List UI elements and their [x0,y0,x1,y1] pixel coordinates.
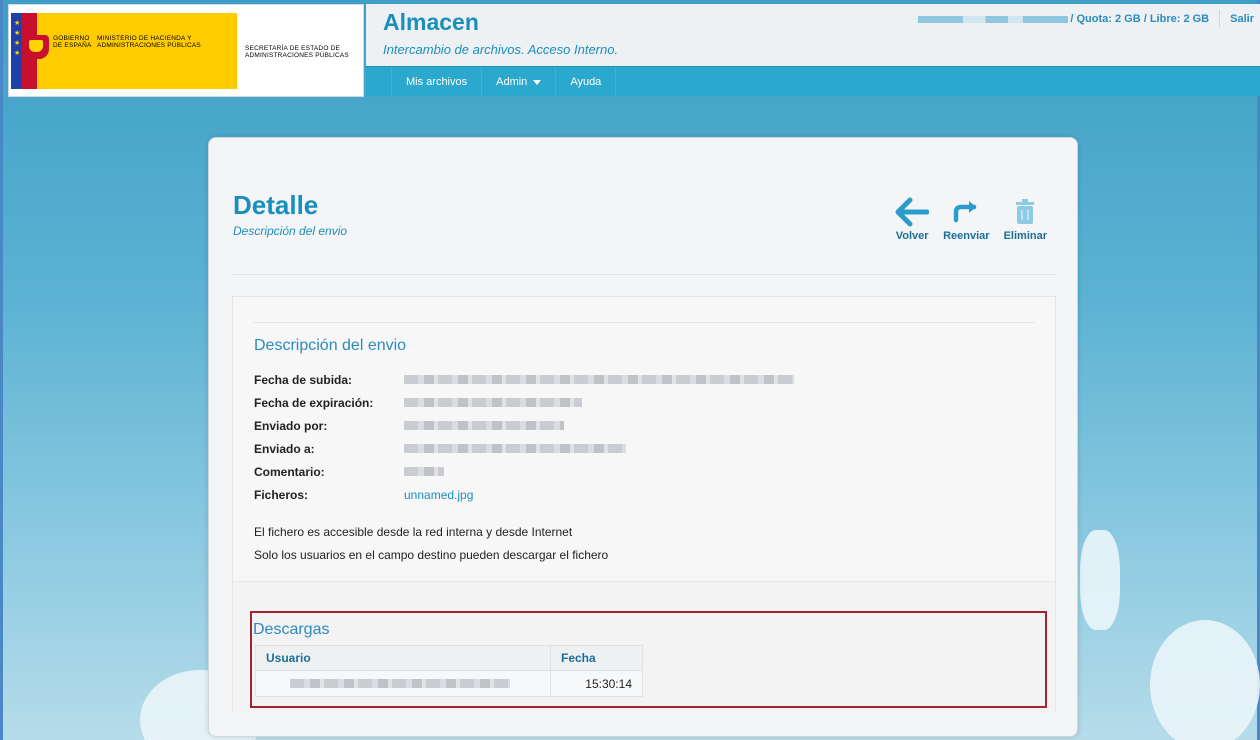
arrow-left-icon [895,194,930,230]
note-line: El fichero es accesible desde la red int… [254,525,573,539]
caret-down-icon [533,79,542,85]
logo-text-gobierno: GOBIERNO DE ESPAÑA [53,35,92,49]
redacted-value [404,420,564,430]
back-label: Volver [895,230,929,242]
action-toolbar: Volver Reenviar Eliminar [895,194,1047,242]
header: ★ ★ ★ ★ GOBIERNO DE ESPAÑA MINISTERIO DE HA… [0,0,1260,100]
cell-fecha: 15:30:14 [550,670,643,697]
app-subtitle: Intercambio de archivos. Acceso Interno. [383,42,619,57]
app-title-area: Almacen Intercambio de archivos. Acceso … [366,4,1260,66]
field-label: Fecha de expiración: [254,395,374,410]
redacted-value [404,443,626,453]
field-enviado-a: Enviado a: [254,437,794,460]
forward-icon [952,194,980,230]
nav-item-label: Ayuda [570,76,602,88]
nav-item-admin[interactable]: Admin [482,67,557,97]
user-bar: / Quota: 2 GB / Libre: 2 GB Salir [918,8,1260,30]
field-label: Fecha de subida: [254,372,353,387]
redacted-value [404,466,444,476]
coat-of-arms-icon [23,35,49,59]
trash-icon [1015,194,1035,230]
app-title: Almacen [383,9,479,35]
field-enviado-por: Enviado por: [254,414,794,437]
redacted-value [404,397,582,407]
delete-button[interactable]: Eliminar [1004,194,1047,242]
divider [1219,10,1221,28]
details-fields: Fecha de subida: Fecha de expiración: En… [254,368,794,506]
logo-text-secretaria: SECRETARÍA DE ESTADO DE ADMINISTRACIONES… [245,45,349,59]
field-label: Comentario: [254,464,325,479]
column-header-usuario[interactable]: Usuario [255,645,551,671]
logo-text-ministerio: MINISTERIO DE HACIENDA Y ADMINISTRACIONE… [97,35,201,49]
divider [253,322,1035,323]
access-notes: El fichero es accesible desde la red int… [254,521,608,567]
username-redacted [918,15,1069,23]
downloads-title: Descargas [253,621,330,638]
divider [233,274,1055,275]
delete-label: Eliminar [1003,230,1047,242]
downloads-table: Usuario Fecha 15:30:14 [255,645,643,697]
background-cloud [1080,530,1120,630]
nav-item-mis-archivos[interactable]: Mis archivos [391,67,483,97]
field-label: Enviado por: [254,418,328,433]
logout-link[interactable]: Salir [1230,13,1260,25]
resend-label: Reenviar [943,230,990,242]
logo-banner [37,13,237,89]
column-header-fecha[interactable]: Fecha [550,645,643,671]
field-label: Enviado a: [254,441,315,456]
field-label: Ficheros: [254,487,309,502]
nav-bar: Mis archivos Admin Ayuda [366,66,1260,97]
page-title: Detalle [233,190,319,220]
back-button[interactable]: Volver [895,194,930,242]
nav-item-label: Mis archivos [406,76,468,88]
field-fecha-expiracion: Fecha de expiración: [254,391,794,414]
table-row: 15:30:14 [255,670,643,697]
nav-item-ayuda[interactable]: Ayuda [556,67,617,97]
page-subtitle: Descripción del envio [233,224,348,238]
table-header-row: Usuario Fecha [255,645,643,671]
field-ficheros: Ficheros: unnamed.jpg [254,483,794,506]
quota-text: / Quota: 2 GB / Libre: 2 GB [1070,13,1210,25]
file-link[interactable]: unnamed.jpg [404,488,473,502]
note-line: Solo los usuarios en el campo destino pu… [254,548,609,562]
redacted-value [290,678,510,688]
government-logo: ★ ★ ★ ★ GOBIERNO DE ESPAÑA MINISTERIO DE HA… [8,4,364,97]
cell-usuario [255,670,551,697]
resend-button[interactable]: Reenviar [943,194,990,242]
nav-item-label: Admin [496,76,528,88]
section-title: Descripción del envio [254,337,407,354]
background-cloud [1150,620,1260,740]
field-comentario: Comentario: [254,460,794,483]
redacted-value [404,374,794,384]
field-fecha-subida: Fecha de subida: [254,368,794,391]
